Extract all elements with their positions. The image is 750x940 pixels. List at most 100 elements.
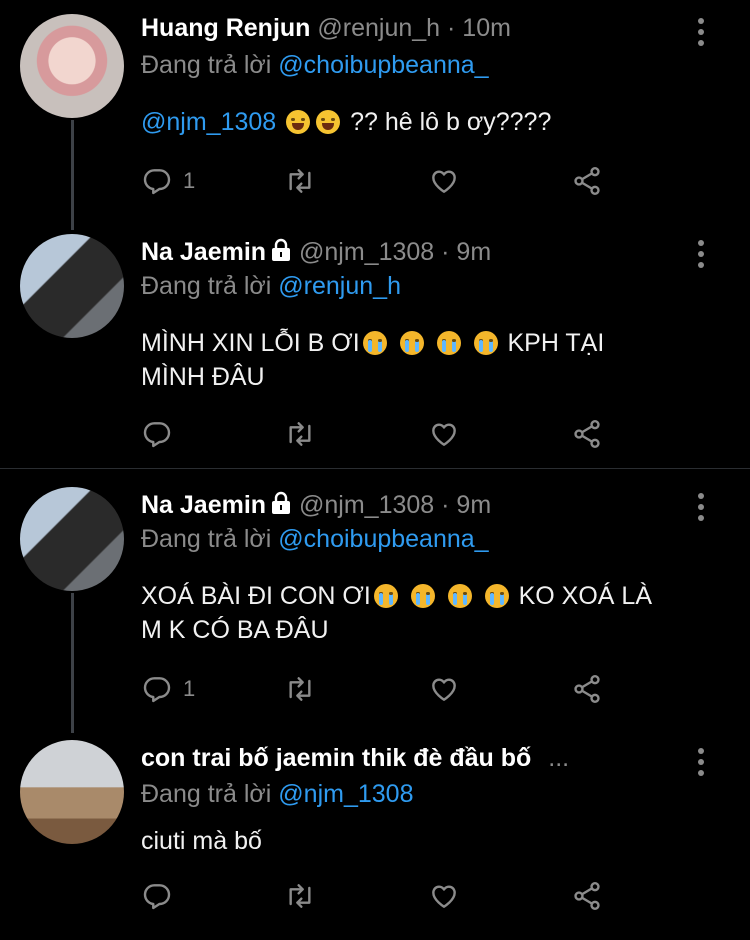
tweet-text: @njm_1308 ?? hê lô b ơy???? bbox=[141, 105, 701, 139]
timestamp[interactable]: · 10m bbox=[447, 14, 511, 42]
avatar[interactable] bbox=[20, 234, 124, 338]
action-bar: 1 bbox=[141, 673, 621, 709]
tweet-header: con trai bố jaemin thik đè đầu bố ... bbox=[141, 744, 569, 773]
laughing-emoji-icon bbox=[286, 110, 311, 134]
reply-button[interactable] bbox=[141, 880, 183, 912]
tweet-header: Huang Renjun @renjun_h · 10m bbox=[141, 14, 511, 43]
tweet-text-line1: MÌNH XIN LỖI B ƠI bbox=[141, 329, 360, 357]
reply-to-mention[interactable]: @choibupbeanna_ bbox=[278, 51, 488, 79]
like-button[interactable] bbox=[428, 418, 460, 450]
reply-icon bbox=[141, 673, 173, 705]
reply-icon bbox=[141, 880, 173, 912]
avatar[interactable] bbox=[20, 487, 124, 591]
reply-icon bbox=[141, 418, 173, 450]
thread-line bbox=[71, 120, 74, 230]
author-handle[interactable]: @renjun_h bbox=[317, 14, 440, 42]
tweet-text-line2: M K CÓ BA ĐÂU bbox=[141, 616, 329, 644]
author-name[interactable]: Na Jaemin bbox=[141, 491, 266, 519]
reply-prefix: Đang trả lời bbox=[141, 51, 272, 79]
lock-icon bbox=[272, 238, 291, 261]
tweet-text-content: ciuti mà bố bbox=[141, 827, 262, 855]
timestamp[interactable]: · 9m bbox=[441, 238, 491, 266]
laughing-emoji-icon bbox=[316, 110, 341, 134]
action-bar bbox=[141, 880, 621, 916]
like-button[interactable] bbox=[428, 165, 460, 197]
like-icon bbox=[428, 880, 460, 912]
share-icon bbox=[571, 418, 603, 450]
more-icon[interactable] bbox=[698, 493, 706, 526]
retweet-button[interactable] bbox=[284, 165, 316, 197]
lock-icon bbox=[272, 491, 291, 514]
tweet-text: MÌNH XIN LỖI B ƠI KPH TẠI MÌNH ĐÂU bbox=[141, 326, 701, 394]
share-button[interactable] bbox=[571, 673, 603, 705]
reply-button[interactable]: 1 bbox=[141, 165, 195, 197]
reply-to-mention[interactable]: @renjun_h bbox=[278, 272, 401, 300]
share-button[interactable] bbox=[571, 880, 603, 912]
reply-to-mention[interactable]: @njm_1308 bbox=[278, 780, 413, 808]
retweet-icon bbox=[284, 418, 316, 450]
tweet-text-line1: XOÁ BÀI ĐI CON ƠI bbox=[141, 582, 371, 610]
retweet-button[interactable] bbox=[284, 418, 316, 450]
author-handle[interactable]: @njm_1308 bbox=[299, 238, 434, 266]
retweet-icon bbox=[284, 165, 316, 197]
share-icon bbox=[571, 165, 603, 197]
tweet-2[interactable]: Na Jaemin @njm_1308 · 9m Đang trả lời @r… bbox=[0, 222, 750, 468]
sob-emoji-icon bbox=[410, 584, 435, 608]
share-button[interactable] bbox=[571, 418, 603, 450]
tweet-header: Na Jaemin @njm_1308 · 9m bbox=[141, 491, 491, 520]
reply-context: Đang trả lời @choibupbeanna_ bbox=[141, 51, 489, 80]
more-icon[interactable] bbox=[698, 18, 706, 51]
like-button[interactable] bbox=[428, 673, 460, 705]
tweet-text-line1-rest: KO XOÁ LÀ bbox=[511, 582, 653, 610]
reply-count: 1 bbox=[183, 676, 196, 701]
reply-prefix: Đang trả lời bbox=[141, 272, 272, 300]
reply-context: Đang trả lời @njm_1308 bbox=[141, 780, 413, 809]
author-name[interactable]: Huang Renjun bbox=[141, 14, 310, 42]
sob-emoji-icon bbox=[436, 331, 461, 355]
sob-emoji-icon bbox=[362, 331, 387, 355]
share-icon bbox=[571, 673, 603, 705]
sob-emoji-icon bbox=[399, 331, 424, 355]
reply-button[interactable]: 1 bbox=[141, 673, 195, 705]
sob-emoji-icon bbox=[373, 584, 398, 608]
reply-context: Đang trả lời @renjun_h bbox=[141, 272, 401, 301]
tweet-4[interactable]: con trai bố jaemin thik đè đầu bố ... Đa… bbox=[0, 730, 750, 940]
like-icon bbox=[428, 673, 460, 705]
sob-emoji-icon bbox=[447, 584, 472, 608]
share-button[interactable] bbox=[571, 165, 603, 197]
mention-link[interactable]: @njm_1308 bbox=[141, 108, 276, 136]
tweet-1[interactable]: Huang Renjun @renjun_h · 10m Đang trả lờ… bbox=[0, 0, 750, 230]
like-icon bbox=[428, 165, 460, 197]
timestamp[interactable]: · 9m bbox=[441, 491, 491, 519]
tweet-text: ciuti mà bố bbox=[141, 824, 701, 858]
tweet-text-line1-rest: KPH TẠI bbox=[500, 329, 605, 357]
retweet-button[interactable] bbox=[284, 880, 316, 912]
retweet-button[interactable] bbox=[284, 673, 316, 705]
like-icon bbox=[428, 418, 460, 450]
tweet-3[interactable]: Na Jaemin @njm_1308 · 9m Đang trả lời @c… bbox=[0, 475, 750, 733]
reply-prefix: Đang trả lời bbox=[141, 525, 272, 553]
tweet-text-rest: ?? hê lô b ơy???? bbox=[343, 108, 552, 136]
action-bar bbox=[141, 418, 621, 454]
divider bbox=[0, 468, 750, 469]
reply-context: Đang trả lời @choibupbeanna_ bbox=[141, 525, 489, 554]
reply-button[interactable] bbox=[141, 418, 183, 450]
action-bar: 1 bbox=[141, 165, 621, 201]
thread-line bbox=[71, 593, 74, 733]
avatar[interactable] bbox=[20, 14, 124, 118]
share-icon bbox=[571, 880, 603, 912]
retweet-icon bbox=[284, 673, 316, 705]
author-handle[interactable]: @njm_1308 bbox=[299, 491, 434, 519]
retweet-icon bbox=[284, 880, 316, 912]
author-handle[interactable]: ... bbox=[548, 744, 569, 772]
reply-prefix: Đang trả lời bbox=[141, 780, 272, 808]
more-icon[interactable] bbox=[698, 240, 706, 273]
author-name[interactable]: con trai bố jaemin thik đè đầu bố bbox=[141, 744, 531, 772]
tweet-text: XOÁ BÀI ĐI CON ƠI KO XOÁ LÀ M K CÓ BA ĐÂ… bbox=[141, 579, 701, 647]
tweet-header: Na Jaemin @njm_1308 · 9m bbox=[141, 238, 491, 267]
like-button[interactable] bbox=[428, 880, 460, 912]
author-name[interactable]: Na Jaemin bbox=[141, 238, 266, 266]
avatar[interactable] bbox=[20, 740, 124, 844]
more-icon[interactable] bbox=[698, 748, 706, 781]
reply-to-mention[interactable]: @choibupbeanna_ bbox=[278, 525, 488, 553]
